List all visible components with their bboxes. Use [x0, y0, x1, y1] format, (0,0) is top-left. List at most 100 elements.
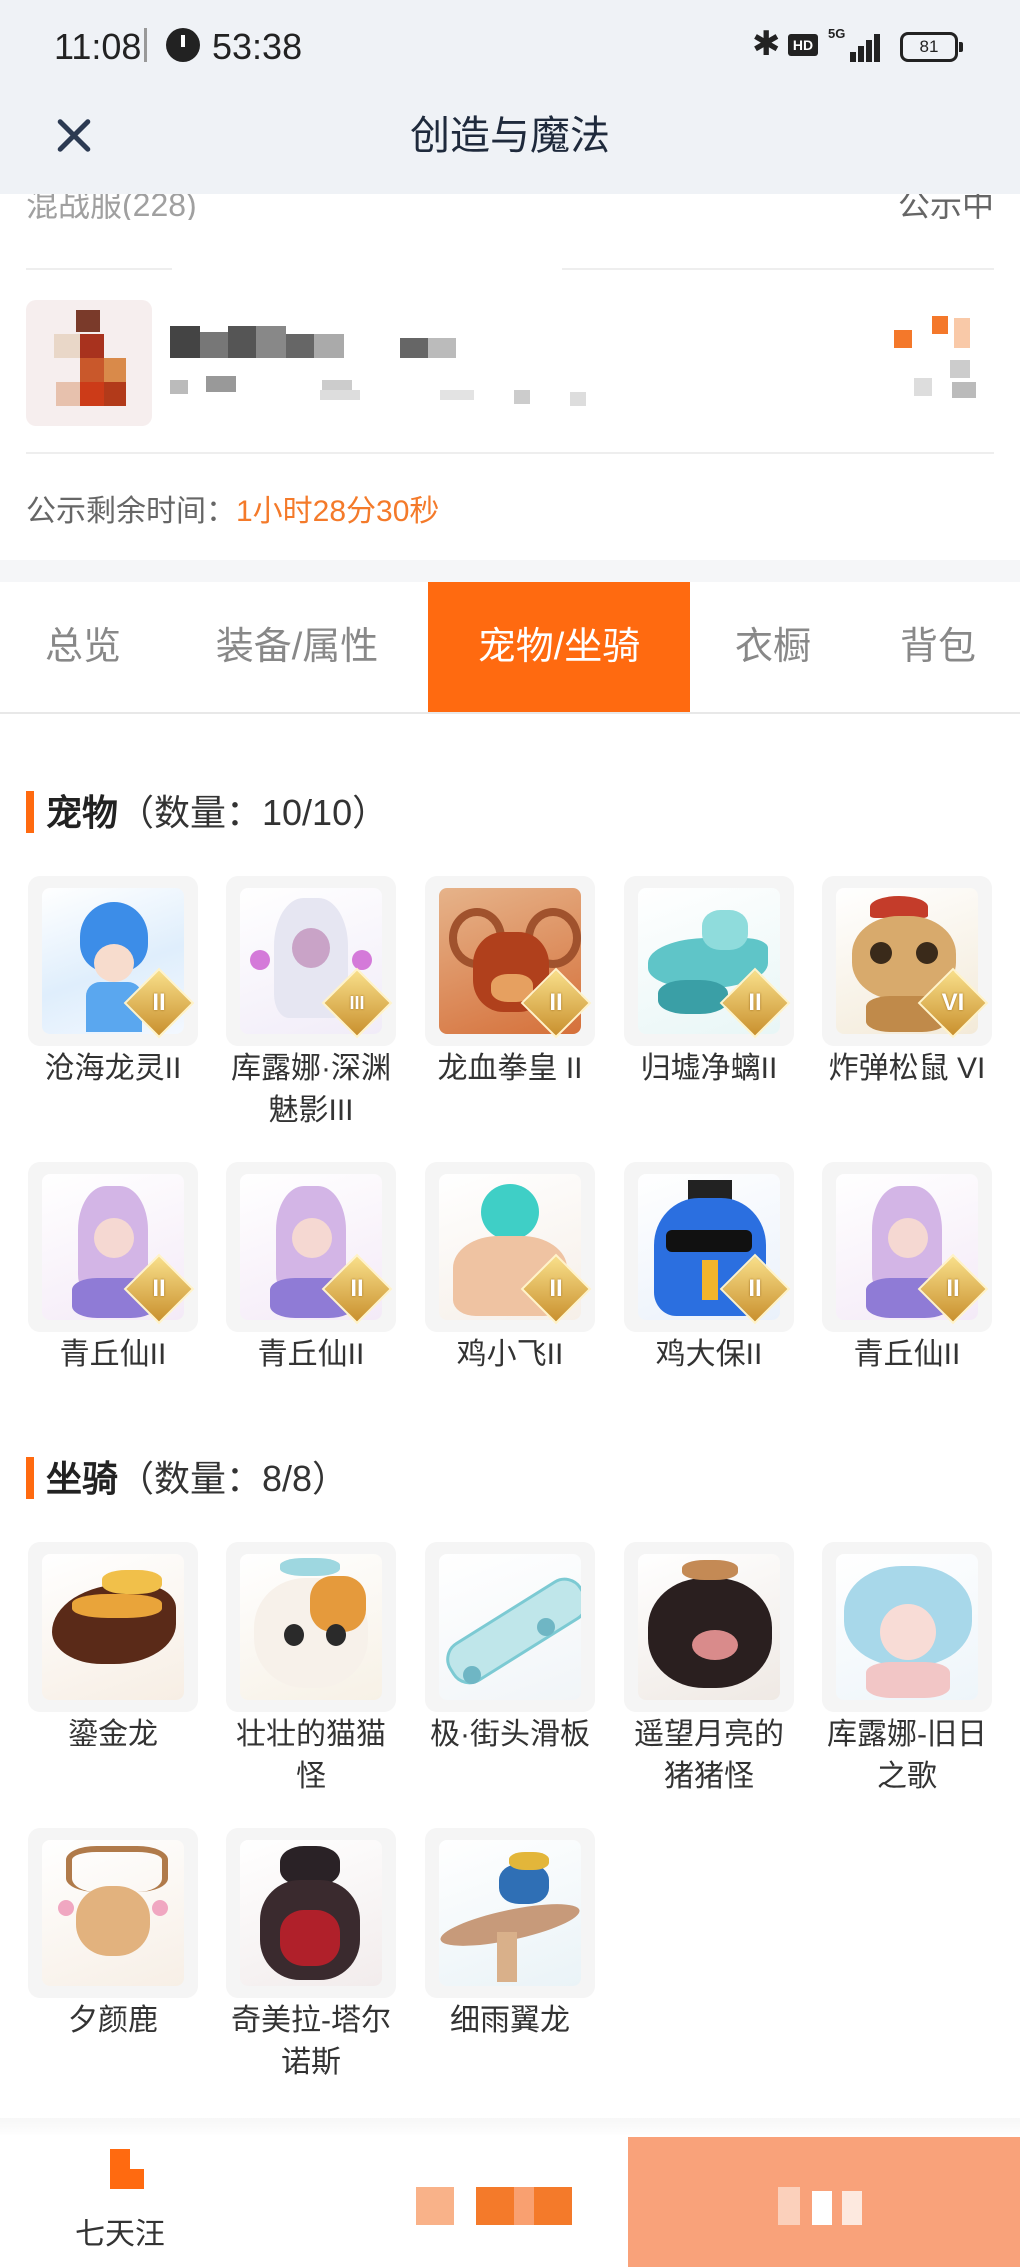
- mount-item[interactable]: 夕颜鹿: [28, 1828, 198, 2042]
- title-bar: 创造与魔法: [0, 92, 1020, 194]
- mount-thumbnail: [425, 1542, 595, 1712]
- pet-item[interactable]: II 青丘仙II: [28, 1162, 198, 1376]
- tab-overview[interactable]: 总览: [0, 582, 166, 712]
- pet-item[interactable]: II 龙血拳皇 II: [425, 876, 595, 1090]
- status-separator: [144, 28, 147, 62]
- network-type: 5G: [828, 26, 846, 41]
- mount-item[interactable]: 遥望月亮的猪猪怪: [624, 1542, 794, 1798]
- mount-name: 壮壮的猫猫怪: [236, 1718, 386, 1793]
- divider: [26, 452, 994, 454]
- remain-value: 1小时28分30秒: [236, 495, 440, 528]
- mount-name: 夕颜鹿: [68, 2004, 158, 2037]
- status-bar: 11:08 53:38 ✱ HD 5G 81: [0, 0, 1020, 92]
- mount-thumbnail: [28, 1542, 198, 1712]
- pet-thumbnail: II: [28, 876, 198, 1046]
- pets-section-title: 宠物（数量：10/10）: [26, 784, 388, 836]
- pet-name: 炸弹松鼠 VI: [828, 1052, 986, 1085]
- pet-item[interactable]: II 沧海龙灵II: [28, 876, 198, 1090]
- mount-item[interactable]: 细雨翼龙: [425, 1828, 595, 2042]
- page-title: 创造与魔法: [410, 114, 610, 158]
- mount-name: 奇美拉-塔尔诺斯: [231, 2004, 391, 2079]
- pet-thumbnail: II: [822, 1162, 992, 1332]
- golden-dragon-icon: [42, 1554, 184, 1700]
- pet-name: 鸡小飞II: [456, 1338, 564, 1371]
- buy-button[interactable]: [628, 2137, 1020, 2267]
- publish-status: 公示中: [897, 194, 994, 220]
- battery-icon: 81: [900, 32, 963, 62]
- mount-thumbnail: [226, 1542, 396, 1712]
- mount-name: 细雨翼龙: [450, 2004, 570, 2037]
- mount-name: 极·街头滑板: [430, 1718, 590, 1751]
- masked-buy-label: [778, 2187, 878, 2227]
- pet-name: 青丘仙II: [257, 1338, 365, 1371]
- masked-detail-row: [170, 390, 590, 410]
- pet-thumbnail: II: [624, 1162, 794, 1332]
- mount-item[interactable]: 极·街头滑板: [425, 1542, 595, 1756]
- timer-clock-icon: [166, 28, 200, 62]
- pet-item[interactable]: VI 炸弹松鼠 VI: [822, 876, 992, 1090]
- signal-icon: 5G: [828, 26, 886, 62]
- pet-name: 龙血拳皇 II: [437, 1052, 583, 1085]
- skateboard-icon: [439, 1554, 581, 1700]
- tab-wardrobe[interactable]: 衣橱: [690, 582, 856, 712]
- top-bar: 11:08 53:38 ✱ HD 5G 81 创造与魔法: [0, 0, 1020, 194]
- masked-account-detail: [430, 456, 610, 486]
- server-name: 混战服(228): [26, 194, 197, 220]
- mount-item[interactable]: 壮壮的猫猫怪: [226, 1542, 396, 1798]
- pet-item[interactable]: II 鸡小飞II: [425, 1162, 595, 1376]
- shop-label: 七天汪: [75, 2218, 165, 2251]
- status-time: 11:08: [54, 26, 142, 67]
- tab-backpack[interactable]: 背包: [856, 582, 1020, 712]
- account-info-card: 混战服(228) 公示中 公示剩余时间：1小时28分30秒: [0, 194, 1020, 558]
- pet-item[interactable]: II 归墟净螭II: [624, 876, 794, 1090]
- tab-bar: 总览 装备/属性 宠物/坐骑 衣橱 背包: [0, 582, 1020, 714]
- status-timer: 53:38: [212, 26, 303, 67]
- lion-girl-icon: [836, 1554, 978, 1700]
- tab-pets-mounts[interactable]: 宠物/坐骑: [428, 582, 690, 712]
- divider: [26, 268, 172, 270]
- pet-name: 库露娜·深渊魅影III: [231, 1052, 391, 1127]
- pet-item[interactable]: II 青丘仙II: [822, 1162, 992, 1376]
- hd-icon: HD: [788, 34, 818, 56]
- mount-item[interactable]: 库露娜-旧日之歌: [822, 1542, 992, 1798]
- black-pig-icon: [638, 1554, 780, 1700]
- masked-price: [880, 304, 1000, 414]
- pet-name: 归墟净螭II: [640, 1052, 778, 1085]
- mount-thumbnail: [425, 1828, 595, 1998]
- mount-thumbnail: [624, 1542, 794, 1712]
- publicity-remaining-time: 公示剩余时间：1小时28分30秒: [26, 486, 439, 530]
- mount-item[interactable]: 奇美拉-塔尔诺斯: [226, 1828, 396, 2084]
- pet-name: 青丘仙II: [59, 1338, 167, 1371]
- shop-logo-icon: [110, 2149, 144, 2193]
- mount-thumbnail: [226, 1828, 396, 1998]
- pet-thumbnail: II: [624, 876, 794, 1046]
- calico-cat-icon: [240, 1554, 382, 1700]
- mount-thumbnail: [822, 1542, 992, 1712]
- chimera-icon: [240, 1840, 382, 1986]
- tab-equipment[interactable]: 装备/属性: [166, 582, 428, 712]
- deer-icon: [42, 1840, 184, 1986]
- pets-title: 宠物: [46, 792, 119, 833]
- mounts-section-title: 坐骑（数量：8/8）: [26, 1450, 348, 1502]
- pets-count: （数量：10/10）: [118, 792, 389, 833]
- pterodactyl-icon: [439, 1840, 581, 1986]
- masked-action-button[interactable]: [416, 2187, 576, 2227]
- avatar: [26, 300, 152, 426]
- mount-name: 库露娜-旧日之歌: [827, 1718, 987, 1793]
- pet-thumbnail: II: [226, 1162, 396, 1332]
- pet-name: 沧海龙灵II: [44, 1052, 182, 1085]
- pet-thumbnail: II: [425, 876, 595, 1046]
- pet-item[interactable]: II 鸡大保II: [624, 1162, 794, 1376]
- shop-button[interactable]: 七天汪: [60, 2145, 180, 2255]
- mount-item[interactable]: 鎏金龙: [28, 1542, 198, 1756]
- pet-name: 鸡大保II: [655, 1338, 763, 1371]
- mount-name: 遥望月亮的猪猪怪: [634, 1718, 784, 1793]
- mount-name: 鎏金龙: [68, 1718, 158, 1751]
- mounts-count: （数量：8/8）: [118, 1458, 349, 1499]
- remain-label: 公示剩余时间：: [26, 495, 236, 528]
- pet-item[interactable]: III 库露娜·深渊魅影III: [226, 876, 396, 1132]
- bluetooth-icon: ✱: [752, 25, 781, 63]
- pet-item[interactable]: II 青丘仙II: [226, 1162, 396, 1376]
- pet-name: 青丘仙II: [853, 1338, 961, 1371]
- pet-thumbnail: III: [226, 876, 396, 1046]
